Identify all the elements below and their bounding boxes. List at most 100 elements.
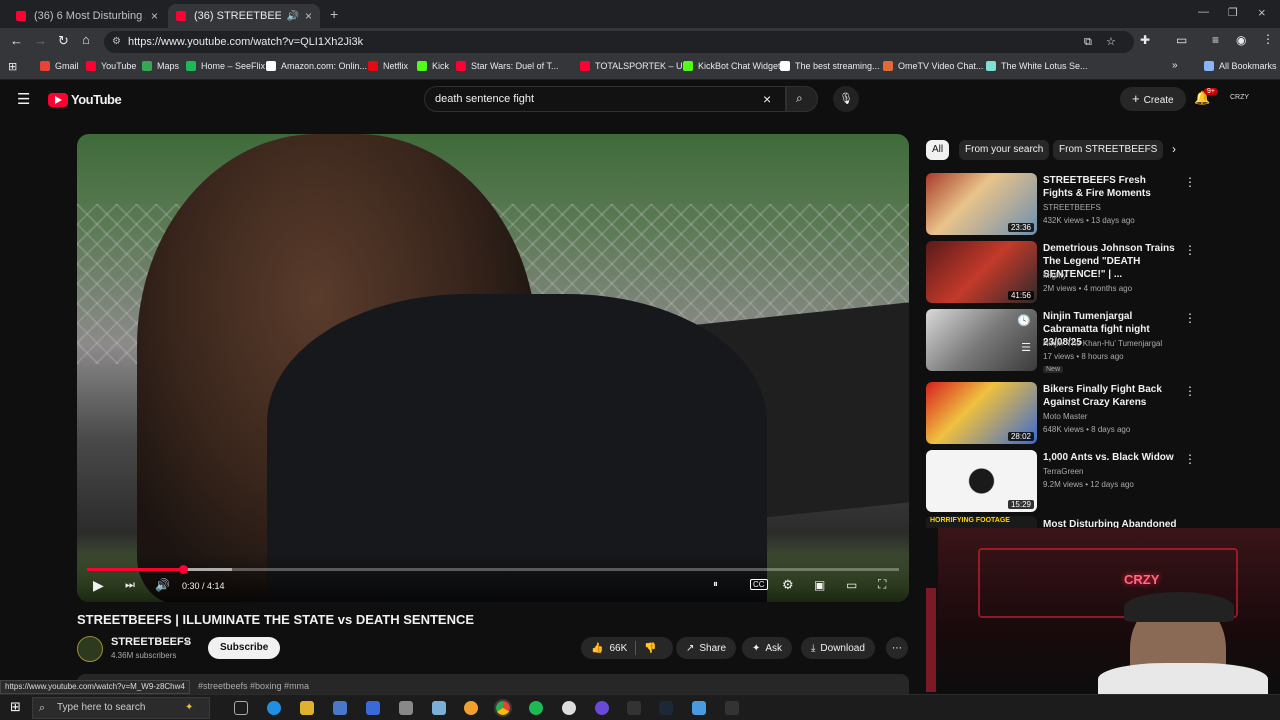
video-thumbnail[interactable]: HORRIFYING FOOTAGE	[926, 516, 1037, 528]
menu-kebab-icon[interactable]: ⋮	[1262, 32, 1274, 46]
profile-icon[interactable]: ◉	[1236, 33, 1246, 47]
app-icon[interactable]	[399, 701, 413, 715]
clear-search-icon[interactable]: ×	[763, 87, 771, 111]
theater-mode-icon[interactable]: ▭	[846, 578, 857, 592]
close-icon[interactable]: ×	[151, 9, 158, 23]
youtube-logo[interactable]: YouTube	[48, 92, 122, 107]
chip-from-streetbeefs[interactable]: From STREETBEEFS	[1053, 140, 1164, 160]
taskbar-search-input[interactable]: ⌕ Type here to search ✦	[32, 697, 210, 719]
chip-from-your-search[interactable]: From your search	[959, 140, 1050, 160]
menu-kebab-icon[interactable]: ⋮	[1184, 175, 1196, 189]
video-thumbnail[interactable]: 41:56	[926, 241, 1037, 303]
speaker-icon[interactable]: 🔊	[287, 11, 299, 22]
more-actions-button[interactable]: ⋯	[886, 637, 908, 659]
add-to-queue-icon[interactable]: ☰	[1021, 341, 1031, 354]
recommended-channel[interactable]: Mighty	[1043, 271, 1067, 280]
app-icon[interactable]	[432, 701, 446, 715]
bookmark-amazon[interactable]: Amazon.com: Onlin...	[266, 61, 367, 71]
app-icon[interactable]	[692, 701, 706, 715]
bookmark-youtube[interactable]: YouTube	[86, 61, 136, 71]
bookmark-streaming[interactable]: The best streaming...	[780, 61, 880, 71]
media-control-icon[interactable]: ≡	[1212, 33, 1219, 47]
task-view-icon[interactable]	[234, 701, 248, 715]
edge-icon[interactable]	[267, 701, 281, 715]
video-thumbnail[interactable]: 🕓 ☰	[926, 309, 1037, 371]
recommended-title[interactable]: 1,000 Ants vs. Black Widow	[1043, 451, 1178, 464]
close-icon[interactable]: ×	[305, 9, 312, 23]
menu-kebab-icon[interactable]: ⋮	[1184, 243, 1196, 257]
recommended-channel[interactable]: Moto Master	[1043, 412, 1087, 421]
site-info-icon[interactable]: ⚙	[112, 31, 121, 53]
extensions-icon[interactable]: ✚	[1140, 33, 1150, 47]
app-icon[interactable]	[562, 701, 576, 715]
volume-icon[interactable]: 🔊	[155, 578, 170, 592]
recommended-title[interactable]: STREETBEEFS Fresh Fights & Fire Moments	[1043, 174, 1178, 200]
settings-gear-icon[interactable]: ⚙	[782, 577, 794, 593]
reload-icon[interactable]: ↻	[58, 33, 69, 49]
hashtags[interactable]: #streetbeefs #boxing #mma	[198, 681, 309, 691]
channel-name[interactable]: STREETBEEFS	[111, 636, 191, 648]
forward-icon[interactable]: →	[34, 33, 47, 48]
back-icon[interactable]: ←	[10, 33, 23, 48]
video-thumbnail[interactable]: 28:02	[926, 382, 1037, 444]
apps-grid-icon[interactable]: ⊞	[8, 60, 17, 73]
store-icon[interactable]	[333, 701, 347, 715]
bookmark-totalsportek[interactable]: TOTALSPORTEK – U...	[580, 61, 690, 71]
create-button[interactable]: + Create	[1120, 87, 1186, 111]
bookmark-ometv[interactable]: OmeTV Video Chat...	[883, 61, 983, 71]
browser-tab-1[interactable]: (36) 6 Most Disturbing Abando ×	[8, 4, 166, 28]
dislike-button[interactable]: 👎	[644, 643, 656, 654]
app-icon[interactable]	[627, 701, 641, 715]
video-thumbnail[interactable]: 15:29	[926, 450, 1037, 512]
recommended-title[interactable]: Bikers Finally Fight Back Against Crazy …	[1043, 383, 1178, 409]
steam-icon[interactable]	[659, 701, 673, 715]
fullscreen-icon[interactable]: ⛶	[878, 577, 886, 592]
video-thumbnail[interactable]: 23:36	[926, 173, 1037, 235]
calculator-icon[interactable]	[366, 701, 380, 715]
more-bookmarks-icon[interactable]: »	[1172, 60, 1178, 71]
chip-all[interactable]: All	[926, 140, 950, 160]
bookmark-star-wars[interactable]: Star Wars: Duel of T...	[456, 61, 559, 71]
minimize-icon[interactable]: —	[1198, 6, 1209, 18]
all-bookmarks[interactable]: All Bookmarks	[1204, 61, 1277, 71]
home-icon[interactable]: ⌂	[82, 32, 90, 47]
app-icon[interactable]	[464, 701, 478, 715]
captions-icon[interactable]: CC	[750, 579, 768, 590]
autoplay-toggle-icon[interactable]: ⏸	[713, 579, 718, 590]
menu-kebab-icon[interactable]: ⋮	[1184, 452, 1196, 466]
scrubber-handle[interactable]	[178, 565, 188, 574]
search-button[interactable]: ⌕	[786, 86, 818, 112]
chrome-icon[interactable]	[494, 699, 512, 717]
new-tab-button[interactable]: +	[330, 6, 338, 22]
window-close-icon[interactable]: ×	[1258, 5, 1266, 20]
app-icon[interactable]	[725, 701, 739, 715]
bookmark-maps[interactable]: Maps	[142, 61, 179, 71]
bookmark-kick[interactable]: Kick	[417, 61, 449, 71]
next-icon[interactable]: ⏭	[125, 579, 135, 592]
install-icon[interactable]: ⧉	[1084, 31, 1092, 53]
bookmark-white-lotus[interactable]: The White Lotus Se...	[986, 61, 1088, 71]
address-bar[interactable]: ⚙ https://www.youtube.com/watch?v=QLI1Xh…	[104, 31, 1134, 53]
file-explorer-icon[interactable]	[300, 701, 314, 715]
hamburger-menu-icon[interactable]: ☰	[17, 90, 30, 108]
sidebar-icon[interactable]: ▭	[1176, 33, 1187, 47]
download-button[interactable]: ⤓ Download	[801, 637, 875, 659]
spotify-icon[interactable]	[529, 701, 543, 715]
chevron-right-icon[interactable]: ›	[1172, 142, 1176, 156]
browser-tab-2[interactable]: (36) STREETBEEFS | ILLUMI 🔊 ×	[168, 4, 320, 28]
channel-avatar[interactable]	[77, 636, 103, 662]
search-input[interactable]: death sentence fight ×	[424, 86, 786, 112]
recommended-channel[interactable]: Ninjin 'The Khan-Hu' Tumenjargal	[1043, 339, 1162, 348]
menu-kebab-icon[interactable]: ⋮	[1184, 384, 1196, 398]
ask-button[interactable]: ✦ Ask	[742, 637, 793, 659]
voice-search-button[interactable]: 🎙	[833, 86, 859, 112]
miniplayer-icon[interactable]: ▣	[814, 578, 825, 592]
restore-icon[interactable]: ❐	[1228, 6, 1238, 19]
watch-later-clock-icon[interactable]: 🕓	[1017, 314, 1031, 327]
windows-start-icon[interactable]: ⊞	[10, 699, 21, 715]
menu-kebab-icon[interactable]: ⋮	[1184, 311, 1196, 325]
bookmark-star-icon[interactable]: ☆	[1106, 31, 1116, 53]
bookmark-netflix[interactable]: Netflix	[368, 61, 408, 71]
bookmark-kickbot[interactable]: KickBot Chat Widget	[683, 61, 781, 71]
video-player[interactable]: ▶ ⏭ 🔊 0:30 / 4:14 ⏸ CC ⚙ ▣ ▭ ⛶	[77, 134, 909, 602]
